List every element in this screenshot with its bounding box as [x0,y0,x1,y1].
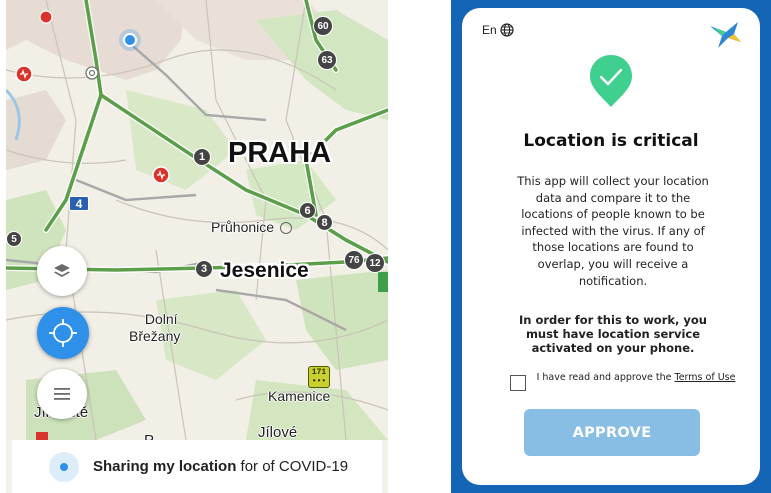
label-praha: PRAHA [228,137,332,169]
map-screen: PRAHA Jesenice Průhonice Dolní Břežany K… [6,0,388,493]
status-bold-text: Sharing my location [93,458,237,475]
dialog-title: Location is critical [523,131,699,151]
road-badge-60: 60 [313,16,333,36]
road-badge-63: 63 [317,50,337,70]
terms-of-use-link[interactable]: Terms of Use [675,372,736,383]
bus-line-number: 171 [311,368,327,377]
map-canvas[interactable]: PRAHA Jesenice Průhonice Dolní Břežany K… [6,0,388,449]
bus-line-dots: ••• [311,377,327,386]
poi-marker [36,432,48,440]
app-logo-icon [710,22,741,48]
terms-checkbox[interactable] [510,375,526,391]
location-sharing-status-bar[interactable]: Sharing my location for of COVID-19 [12,440,382,493]
label-pruhonice: Průhonice [211,219,292,236]
road-badge-1: 1 [193,148,211,166]
terms-consent-text: I have read and approve the Terms of Use [536,372,736,383]
menu-button[interactable] [37,369,87,419]
location-sharing-indicator-icon [49,451,79,482]
label-jesenice: Jesenice [220,259,309,282]
bus-stop-badge: 171 ••• [308,366,330,388]
location-sharing-text: Sharing my location for of COVID-19 [93,458,348,475]
dialog-frame: En Location is critical This app will co… [451,0,771,493]
road-badge-12: 12 [365,253,385,273]
consent-prefix: I have read and approve the [536,372,675,383]
heart-marker-icon [15,65,33,83]
label-dolni-brezany: Dolní Břežany [129,311,180,345]
label-kamenice: Kamenice [268,388,331,404]
road-badge-5: 5 [6,231,22,247]
location-dot [60,462,68,471]
road-badge-3: 3 [195,260,213,278]
heart-marker-icon [152,166,170,184]
menu-icon [54,388,70,400]
language-label: En [482,23,497,37]
globe-icon [500,23,514,37]
road-badge-76: 76 [344,250,364,270]
check-badge-icon [590,55,632,107]
location-consent-dialog: En Location is critical This app will co… [462,8,760,485]
compass-button[interactable] [37,307,89,359]
label-dolni-line2: Břežany [129,328,181,344]
label-dolni-line1: Dolní [144,311,178,327]
layers-button[interactable] [37,246,87,296]
road-badge-4: 4 [69,196,89,211]
road-badge-6: 6 [299,202,316,219]
layers-icon [54,264,70,277]
poi-marker [378,272,388,292]
status-rest-text: for of COVID-19 [236,458,349,475]
location-pin-icon [119,29,141,51]
pruhonice-poi-icon [279,222,292,235]
heart-marker-icon [39,10,53,24]
compass-icon [49,319,77,347]
dialog-notice-text: In order for this to work, you must have… [518,313,707,355]
road-badge-8: 8 [316,214,333,231]
label-jilove: Jílové [258,424,298,441]
metro-marker-icon [85,66,99,80]
approve-button[interactable]: APPROVE [524,409,700,456]
dialog-body-text: This app will collect your location data… [517,174,709,288]
language-selector[interactable]: En [482,23,514,37]
